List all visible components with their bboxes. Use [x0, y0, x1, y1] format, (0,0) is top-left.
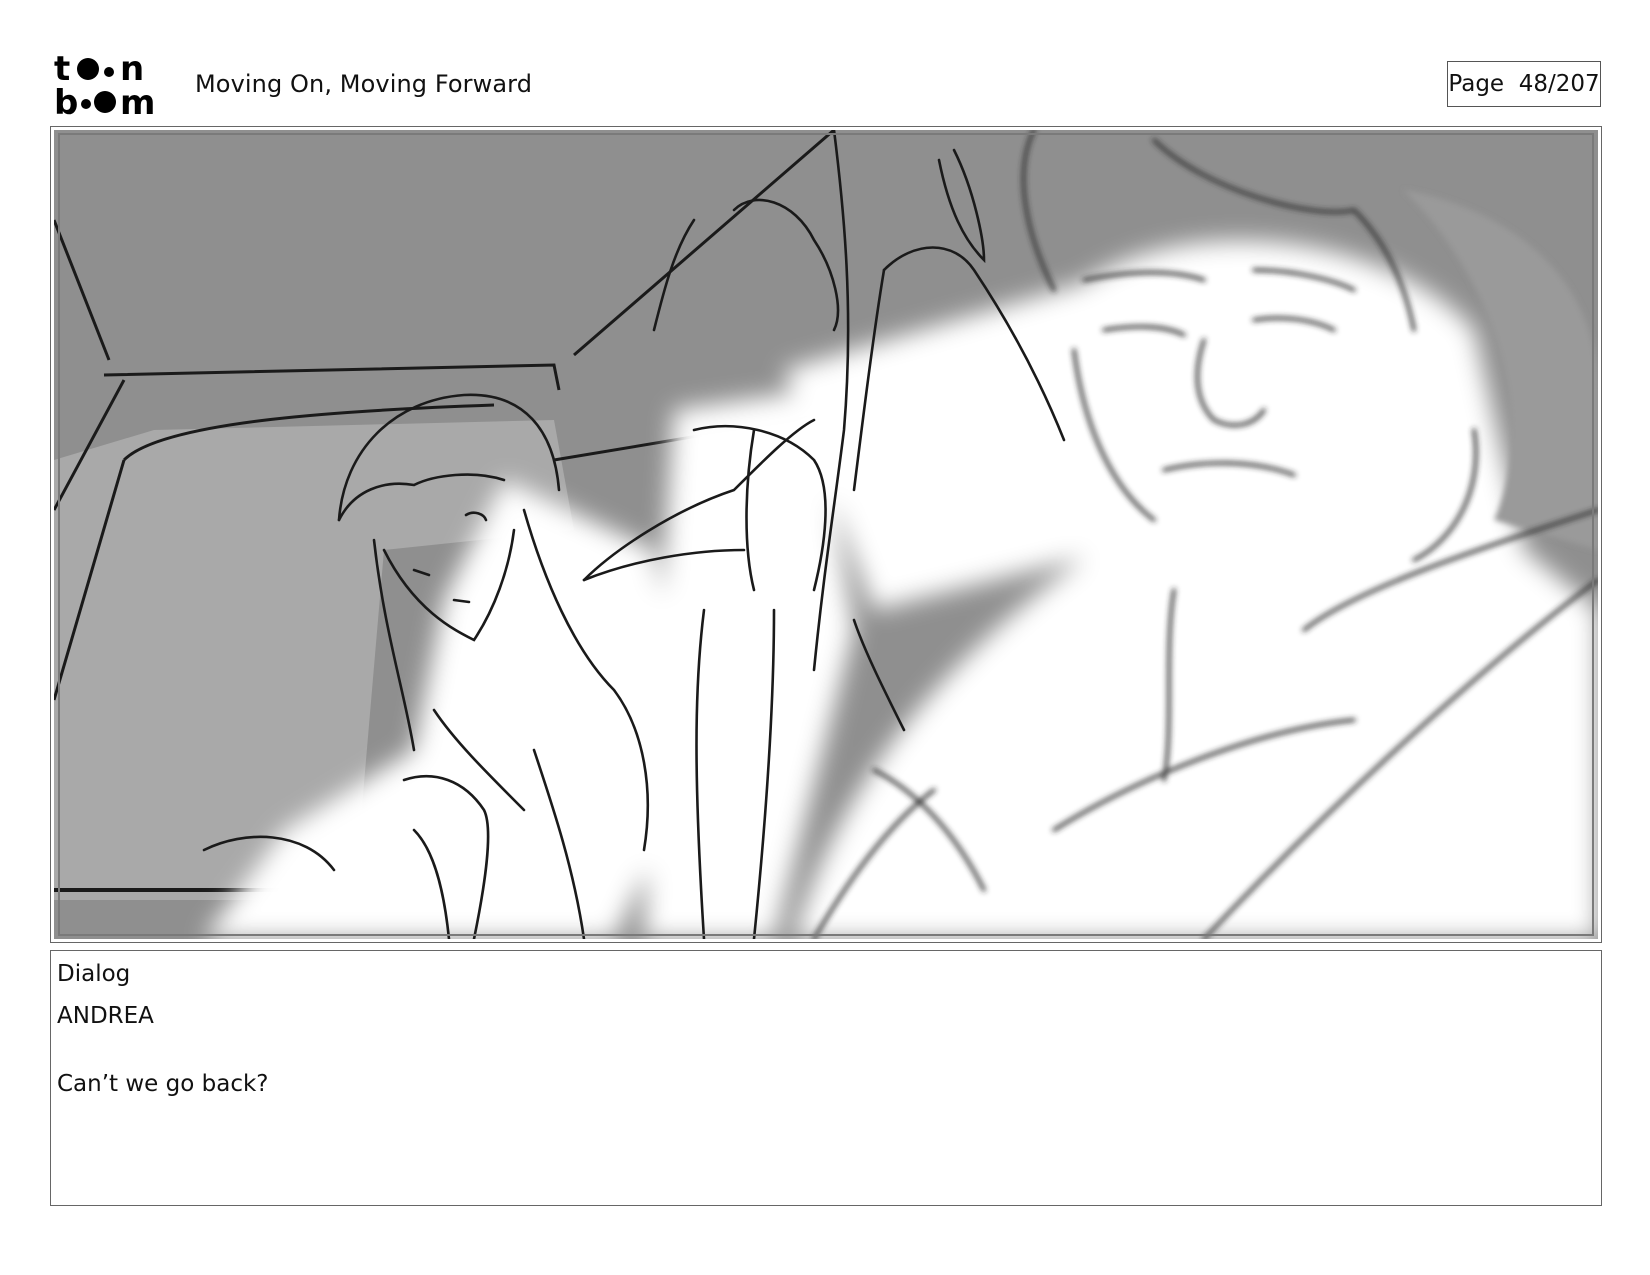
svg-text:b: b: [54, 83, 78, 116]
toonboom-logo: t n b m: [54, 52, 172, 116]
dialog-label: Dialog: [57, 961, 131, 987]
dialog-box: Dialog ANDREA Can’t we go back?: [50, 950, 1602, 1206]
storyboard-panel-image: [54, 130, 1598, 939]
dialog-character: ANDREA: [57, 1003, 154, 1029]
page-indicator: Page 48/207: [1447, 61, 1601, 107]
dialog-line: Can’t we go back?: [57, 1071, 269, 1097]
project-title: Moving On, Moving Forward: [195, 70, 533, 98]
svg-text:m: m: [120, 83, 155, 116]
